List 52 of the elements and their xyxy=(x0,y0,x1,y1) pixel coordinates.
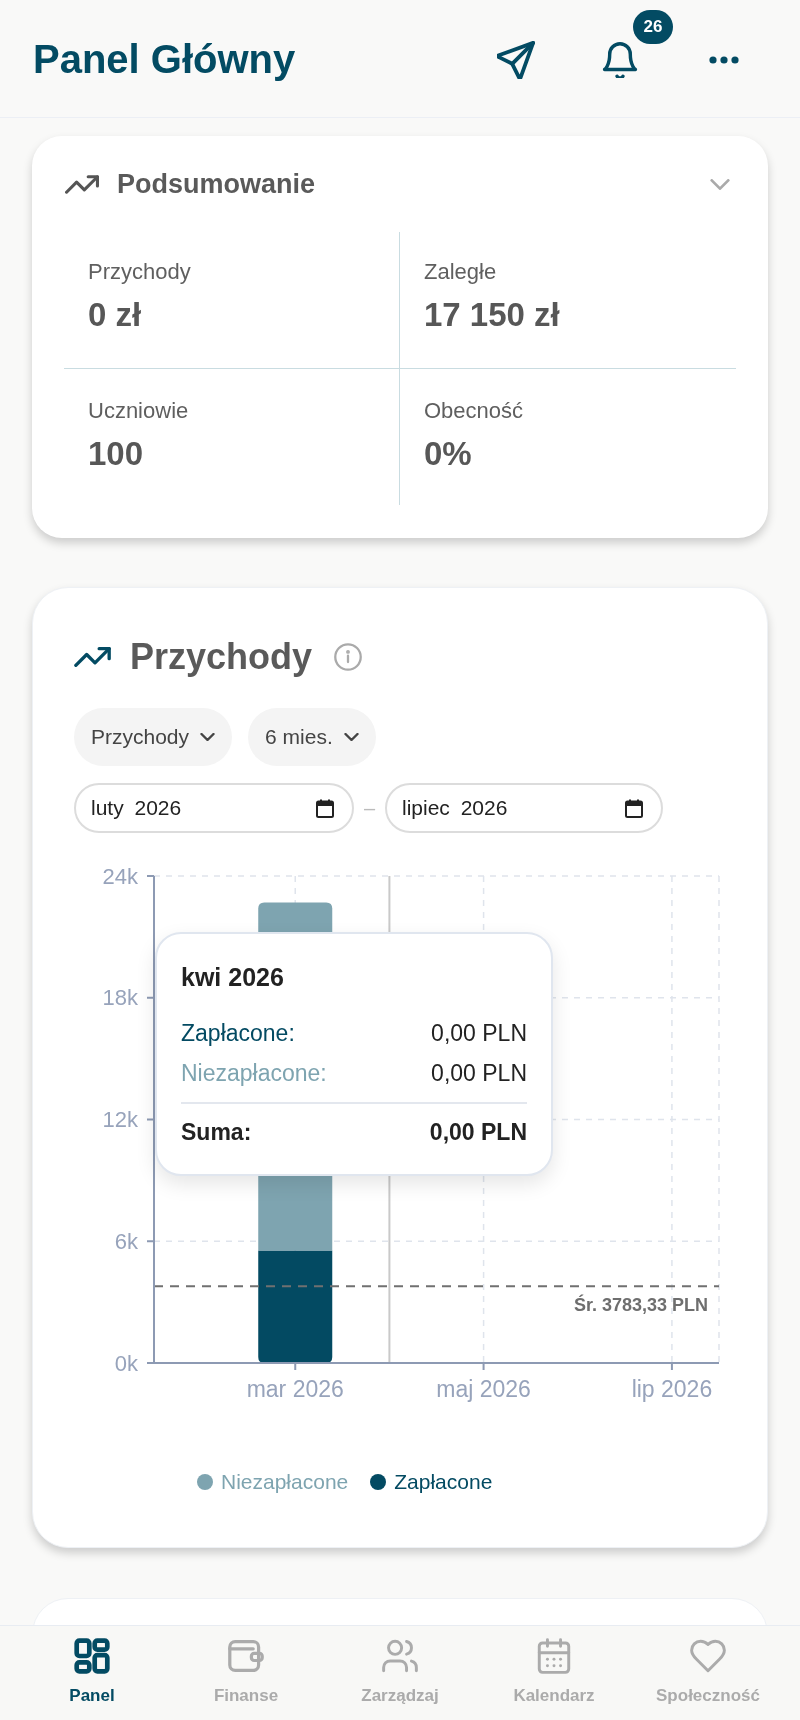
chevron-down-icon xyxy=(200,733,216,741)
axis-label: 6k xyxy=(114,1228,138,1254)
heart-icon xyxy=(690,1638,726,1674)
calendar-icon xyxy=(536,1638,572,1674)
more-icon xyxy=(709,55,739,64)
stat-value: 100 xyxy=(88,433,144,474)
tooltip-label: Niezapłacone: xyxy=(181,1058,327,1088)
stat-label: Przychody xyxy=(88,259,191,285)
stat-value: 0 zł xyxy=(88,295,142,335)
people-icon xyxy=(382,1638,418,1674)
notification-badge: 26 xyxy=(633,9,673,44)
axis-label: lip 2026 xyxy=(631,1376,713,1402)
dropdown-button[interactable]: 6 mies. xyxy=(248,708,376,766)
calendar-icon xyxy=(316,798,334,818)
axis-label: 24k xyxy=(102,863,138,889)
date-field[interactable]: luty 2026 xyxy=(74,783,354,833)
bell-icon xyxy=(602,41,638,78)
grid-icon xyxy=(74,1638,110,1674)
calendar-icon xyxy=(625,798,643,818)
info-icon xyxy=(334,643,363,671)
average-label: Śr. 3783,33 PLN xyxy=(573,1295,708,1316)
stat-label: Obecność xyxy=(424,397,524,424)
tooltip-label: Zapłacone: xyxy=(181,1018,295,1048)
trend-up-icon xyxy=(74,647,111,667)
tooltip-label: Suma: xyxy=(181,1117,252,1147)
axis-label: maj 2026 xyxy=(436,1376,531,1402)
axis-label: 0k xyxy=(114,1350,138,1376)
axis-label: mar 2026 xyxy=(246,1376,344,1402)
tooltip-value: 0,00 PLN xyxy=(429,1117,527,1147)
stat-label: Zaległe xyxy=(424,259,497,285)
page-title: Panel Główny xyxy=(33,35,296,83)
stat-label: Uczniowie xyxy=(88,397,189,424)
date-field[interactable]: lipiec 2026 xyxy=(385,783,663,833)
tooltip-value: 0,00 PLN xyxy=(431,1058,527,1088)
dropdown-button[interactable]: Przychody xyxy=(74,708,233,766)
wallet-icon xyxy=(228,1638,264,1674)
legend-label: Niezapłacone xyxy=(221,1469,349,1495)
stat-value: 17 150 zł xyxy=(424,295,560,335)
axis-label: 18k xyxy=(102,985,138,1011)
card-title: Podsumowanie xyxy=(117,168,316,201)
stat-value: 0% xyxy=(424,433,472,474)
card-title: Przychody xyxy=(130,635,313,679)
trend-up-icon xyxy=(65,174,99,194)
legend-label: Zapłacone xyxy=(394,1469,493,1495)
tooltip-value: 0,00 PLN xyxy=(431,1018,527,1048)
axis-label: 12k xyxy=(102,1107,138,1132)
chevron-down-icon xyxy=(710,178,730,190)
tooltip-title: kwi 2026 xyxy=(181,962,284,992)
chevron-down-icon xyxy=(343,733,359,741)
send-icon xyxy=(497,40,535,79)
nav-tab[interactable]: Panel xyxy=(15,1626,169,1720)
range-separator: – xyxy=(362,796,377,821)
